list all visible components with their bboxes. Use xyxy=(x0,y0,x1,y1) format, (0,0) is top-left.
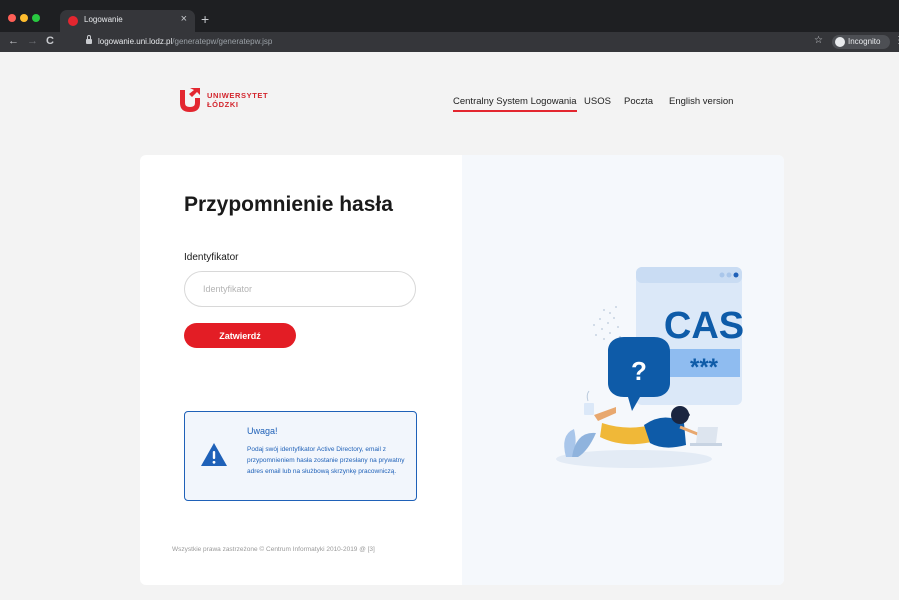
password-mask: *** xyxy=(690,354,719,381)
address-bar: ← → C logowanie.uni.lodz.pl/generatepw/g… xyxy=(0,32,899,52)
tab-title: Logowanie xyxy=(84,15,123,24)
url-host: logowanie.uni.lodz.pl xyxy=(98,37,173,46)
tab-close-icon[interactable]: × xyxy=(181,13,187,25)
warning-notice: Uwaga! Podaj swój identyfikator Active D… xyxy=(184,411,417,501)
logo-line2: ŁÓDZKI xyxy=(207,100,239,109)
identifier-input[interactable] xyxy=(184,271,416,307)
browser-tab-bar: Logowanie × + xyxy=(0,0,899,32)
cas-label: CAS xyxy=(664,305,744,347)
university-logo[interactable]: UNIWERSYTET ŁÓDZKI xyxy=(178,86,288,116)
nav-link-usos[interactable]: USOS xyxy=(584,96,611,107)
forward-icon[interactable]: → xyxy=(27,35,38,47)
back-icon[interactable]: ← xyxy=(8,35,19,47)
question-mark: ? xyxy=(631,356,647,386)
nav-link-central-login[interactable]: Centralny System Logowania xyxy=(453,96,577,112)
university-logo-icon xyxy=(180,88,200,112)
incognito-label: Incognito xyxy=(848,37,881,46)
cas-illustration: CAS *** ? xyxy=(556,267,744,468)
minimize-window-button[interactable] xyxy=(20,14,28,22)
reload-icon[interactable]: C xyxy=(46,35,54,47)
close-window-button[interactable] xyxy=(8,14,16,22)
identifier-label: Identyfikator xyxy=(184,252,239,263)
favicon-icon xyxy=(68,16,78,26)
illustration-panel: CAS *** ? xyxy=(462,155,784,585)
incognito-icon xyxy=(835,37,845,47)
url-field[interactable]: logowanie.uni.lodz.pl/generatepw/generat… xyxy=(78,34,798,50)
notice-text: Podaj swój identyfikator Active Director… xyxy=(247,446,405,475)
logo-line1: UNIWERSYTET xyxy=(207,91,269,100)
new-tab-button[interactable]: + xyxy=(201,11,209,27)
submit-button[interactable]: Zatwierdź xyxy=(184,323,296,348)
maximize-window-button[interactable] xyxy=(32,14,40,22)
nav-link-english-version[interactable]: English version xyxy=(669,96,733,107)
page-title: Przypomnienie hasła xyxy=(184,193,393,216)
browser-menu-icon[interactable]: ⋮ xyxy=(894,35,899,46)
browser-tab[interactable]: Logowanie × xyxy=(60,10,195,32)
url-path: /generatepw/generatepw.jsp xyxy=(172,37,273,46)
nav-link-poczta[interactable]: Poczta xyxy=(624,96,653,107)
page: UNIWERSYTET ŁÓDZKI Centralny System Logo… xyxy=(0,52,899,600)
warning-icon xyxy=(201,443,227,466)
incognito-badge[interactable]: Incognito xyxy=(832,35,890,49)
notice-title: Uwaga! xyxy=(247,426,278,436)
login-card: Przypomnienie hasła Identyfikator Zatwie… xyxy=(140,155,784,585)
copyright-text: Wszystkie prawa zastrzeżone © Centrum In… xyxy=(172,546,375,553)
bookmark-star-icon[interactable]: ☆ xyxy=(814,35,823,46)
lock-icon xyxy=(86,35,92,45)
